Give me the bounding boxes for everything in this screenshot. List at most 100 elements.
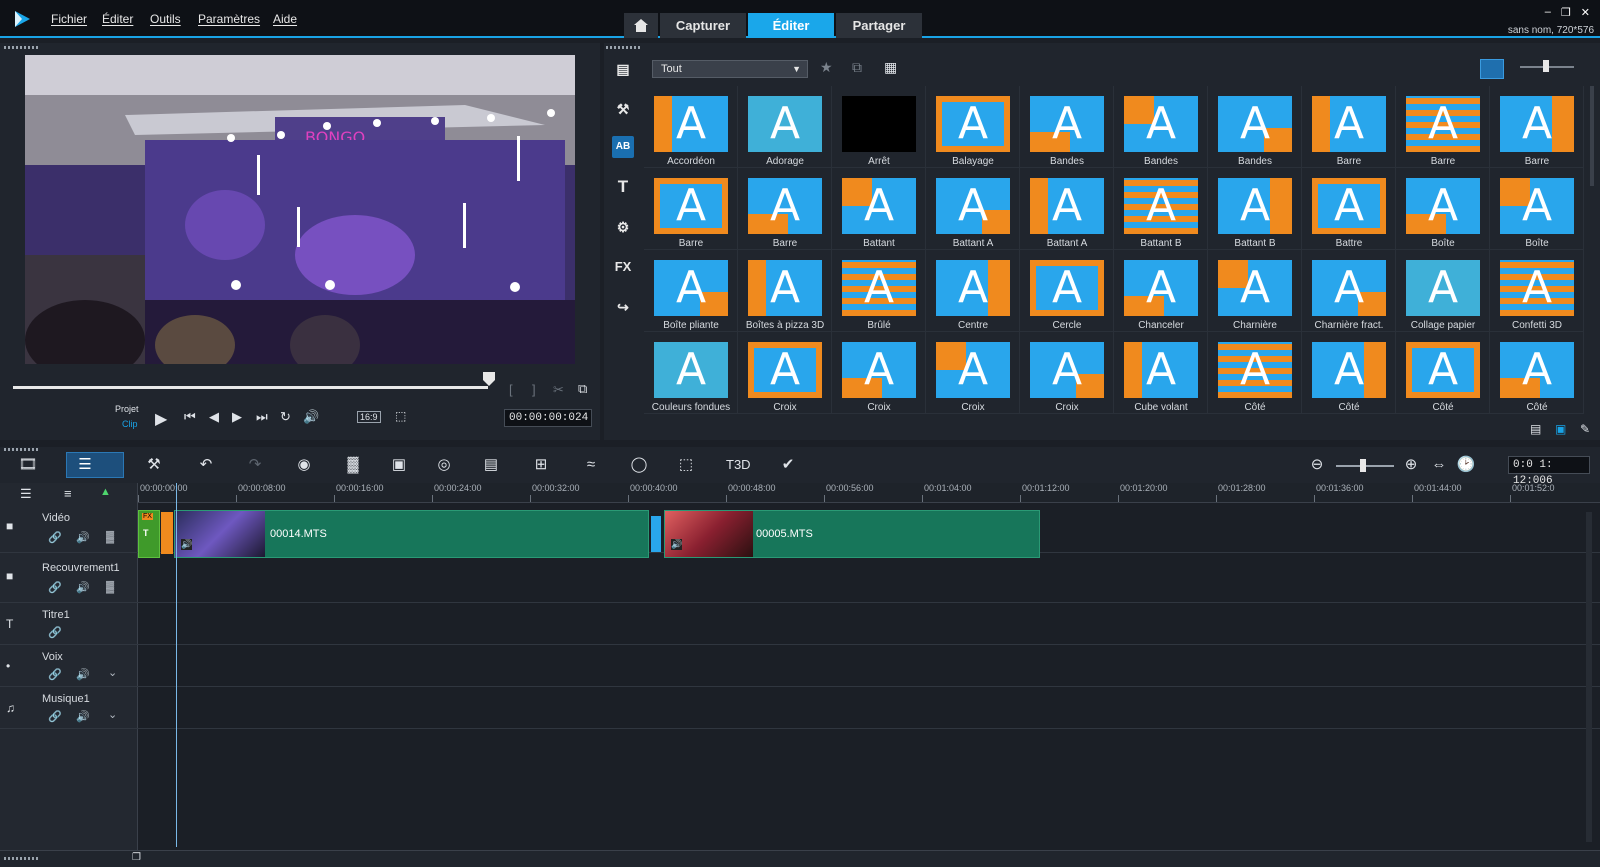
volume-icon[interactable]: 🔊	[303, 409, 319, 425]
ripple-edit-icon[interactable]: ▓	[106, 531, 114, 543]
transition-item[interactable]: A Côté	[1208, 332, 1302, 414]
repeat-icon[interactable]: ↻	[280, 409, 291, 425]
timeline-view-icon[interactable]: ☰	[74, 456, 96, 474]
menu-aide[interactable]: Aide	[273, 12, 297, 26]
transition-item[interactable]: A Barre	[1490, 86, 1584, 168]
transition-item[interactable]: A Barre	[1396, 86, 1490, 168]
mark-out-icon[interactable]: ]	[532, 382, 536, 397]
transition-item[interactable]: A Battant A	[926, 168, 1020, 250]
transition-item[interactable]: A Côté	[1396, 332, 1490, 414]
go-end-icon[interactable]: ⏭	[256, 409, 268, 425]
library-scrollbar[interactable]	[1590, 86, 1594, 186]
transition-item[interactable]: A Boîte	[1490, 168, 1584, 250]
zoom-out-icon[interactable]: ⊖	[1306, 456, 1328, 474]
apply-random-icon[interactable]: ⧉	[852, 59, 862, 76]
resize-icon[interactable]: ⬚	[395, 409, 406, 423]
motion-tracking-icon[interactable]: ≈	[580, 456, 602, 474]
filter-dropdown[interactable]: Tout ▼	[652, 60, 808, 78]
mask-icon[interactable]: ◯	[628, 456, 650, 474]
record-capture-icon[interactable]: ◉	[293, 456, 315, 474]
list-view-icon[interactable]	[1480, 59, 1504, 79]
storyboard-view-icon[interactable]: 🎞	[17, 456, 39, 474]
aspect-ratio-button[interactable]: 16:9	[357, 411, 381, 423]
track-volume-icon[interactable]: 🔊	[76, 710, 90, 723]
transition-item[interactable]: A Barre	[738, 168, 832, 250]
transition-item[interactable]: A Confetti 3D	[1490, 250, 1584, 332]
motion-path-icon[interactable]: ↪	[612, 296, 634, 318]
link-icon[interactable]: 🔗	[48, 581, 62, 594]
tab-capturer[interactable]: Capturer	[660, 13, 746, 38]
sound-mixer-icon[interactable]: ▓	[342, 456, 364, 474]
mode-project[interactable]: Projet	[115, 404, 139, 414]
next-frame-icon[interactable]: ▶	[232, 409, 242, 425]
go-start-icon[interactable]: ⏮	[184, 409, 196, 425]
close-icon[interactable]: ✕	[1581, 6, 1590, 19]
link-icon[interactable]: 🔗	[48, 710, 62, 723]
transition-item[interactable]: A Boîtes à pizza 3D	[738, 250, 832, 332]
restore-icon[interactable]: ❐	[1561, 6, 1571, 19]
minimize-icon[interactable]: –	[1545, 6, 1551, 19]
transition-item[interactable]: A Charnière	[1208, 250, 1302, 332]
transition-item[interactable]: A Côté	[1302, 332, 1396, 414]
redo-icon[interactable]: ↷	[244, 456, 266, 474]
split-screen-icon[interactable]: ⊞	[530, 456, 552, 474]
prev-frame-icon[interactable]: ◀	[209, 409, 219, 425]
panel-grip[interactable]	[4, 46, 40, 49]
title-clip[interactable]: FX T	[138, 510, 160, 558]
undo-icon[interactable]: ↶	[195, 456, 217, 474]
fit-project-icon[interactable]: ⇔	[1428, 456, 1450, 474]
video-clip[interactable]: 🔊 00005.MTS	[664, 510, 1040, 558]
play-icon[interactable]: ▶	[155, 409, 167, 429]
transition-item[interactable]: A Arrêt	[832, 86, 926, 168]
transition-item[interactable]: A Croix	[832, 332, 926, 414]
transition-item[interactable]: A Boîte	[1396, 168, 1490, 250]
library-view-icon[interactable]: ▣	[1555, 422, 1566, 436]
transition-item[interactable]: A Couleurs fondues	[644, 332, 738, 414]
link-icon[interactable]: 🔗	[48, 531, 62, 544]
subtitle-icon[interactable]: ▤	[480, 456, 502, 474]
transition-item[interactable]: A Chanceler	[1114, 250, 1208, 332]
color-grading-icon[interactable]: ◎	[433, 456, 455, 474]
zoom-in-icon[interactable]: ⊕	[1400, 456, 1422, 474]
chapter-cue-icon[interactable]: ≡	[64, 486, 72, 501]
edit-icon[interactable]: ✎	[1580, 422, 1590, 436]
media-icon[interactable]: ▤	[612, 58, 634, 80]
panel-grip[interactable]	[606, 46, 642, 49]
smart-proxy-icon[interactable]: ✔	[777, 456, 799, 474]
transition-marker[interactable]	[161, 512, 173, 554]
timecode-display[interactable]: 00:00:00:024	[504, 409, 592, 427]
transition-item[interactable]: A Battre	[1302, 168, 1396, 250]
favorite-icon[interactable]: ★	[820, 59, 833, 76]
track-volume-icon[interactable]: 🔊	[76, 581, 90, 594]
transition-item[interactable]: A Centre	[926, 250, 1020, 332]
ripple-edit-icon[interactable]: ▓	[106, 581, 114, 593]
panel-grip[interactable]	[4, 448, 40, 451]
pan-zoom-icon[interactable]: ⬚	[675, 456, 697, 474]
enlarge-icon[interactable]: ⧉	[578, 381, 587, 397]
transition-item[interactable]: A Cube volant	[1114, 332, 1208, 414]
transition-item[interactable]: A Battant A	[1020, 168, 1114, 250]
thumb-size-handle[interactable]	[1543, 60, 1549, 72]
menu-fichier[interactable]: Fichier	[51, 12, 87, 26]
transition-item[interactable]: A Croix	[1020, 332, 1114, 414]
transition-item[interactable]: A Bandes	[1208, 86, 1302, 168]
track-volume-icon[interactable]: 🔊	[76, 668, 90, 681]
3d-title-icon[interactable]: T3D	[726, 456, 751, 474]
transition-item[interactable]: A Barre	[1302, 86, 1396, 168]
transition-item[interactable]: A Charnière fract.	[1302, 250, 1396, 332]
library-options-icon[interactable]: ▤	[1530, 422, 1541, 436]
menu-parametres[interactable]: Paramètres	[198, 12, 260, 26]
menu-editer[interactable]: Éditer	[102, 12, 133, 26]
instant-project-icon[interactable]: ⚒	[612, 98, 634, 120]
transition-item[interactable]: A Battant	[832, 168, 926, 250]
add-track-icon[interactable]: ▲	[100, 486, 111, 498]
mark-in-icon[interactable]: [	[509, 382, 513, 397]
transition-item[interactable]: A Croix	[926, 332, 1020, 414]
tab-editer[interactable]: Éditer	[748, 13, 834, 38]
chevron-down-icon[interactable]: ⌄	[108, 666, 117, 679]
panel-grip[interactable]	[4, 857, 40, 860]
restore-icon[interactable]: ❐	[132, 852, 141, 863]
track-volume-icon[interactable]: 🔊	[76, 531, 90, 544]
video-clip[interactable]: 🔊 00014.MTS	[174, 510, 649, 558]
zoom-slider-handle[interactable]	[1360, 459, 1366, 472]
